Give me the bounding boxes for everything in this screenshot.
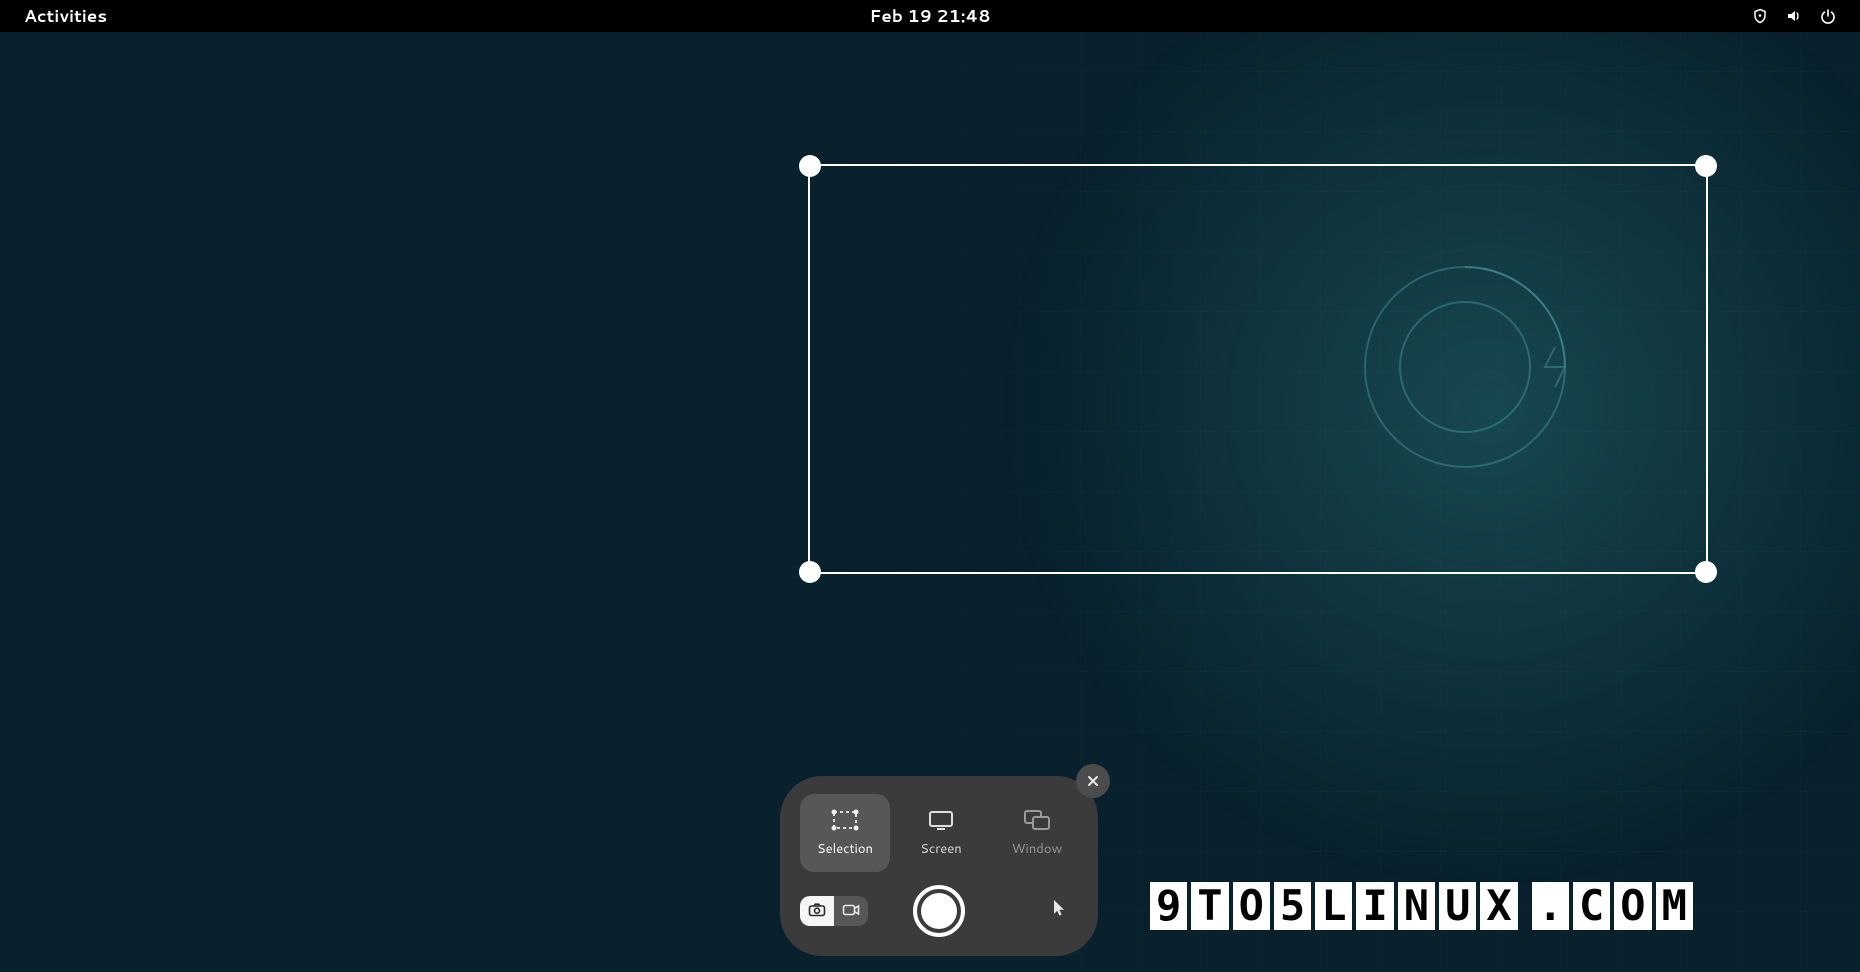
activities-button[interactable]: Activities (24, 4, 107, 28)
watermark: 9TO5LINUX.COM (1150, 882, 1697, 930)
screenshot-panel: Selection Screen Windo (780, 776, 1098, 956)
desktop: Selection Screen Windo (0, 32, 1860, 972)
action-row (800, 882, 1078, 940)
close-button[interactable] (1076, 764, 1110, 798)
show-pointer-button[interactable] (1040, 893, 1078, 929)
top-bar: Activities Feb 19 21:48 (0, 0, 1860, 32)
watermark-tile: N (1398, 882, 1435, 930)
mode-window-label: Window (1012, 840, 1062, 858)
mode-window-button[interactable]: Window (992, 794, 1082, 872)
watermark-tile: O (1233, 882, 1270, 930)
watermark-tile: 9 (1150, 882, 1187, 930)
watermark-tile: M (1656, 882, 1693, 930)
screencast-toggle[interactable] (834, 896, 868, 926)
mode-screen-label: Screen (920, 840, 962, 858)
system-status-area[interactable] (1752, 8, 1836, 24)
close-icon (1086, 774, 1100, 788)
cursor-icon (1051, 899, 1067, 923)
selection-handle-se[interactable] (1695, 561, 1717, 583)
clock[interactable]: Feb 19 21:48 (869, 4, 990, 28)
video-icon (842, 900, 860, 923)
screenshot-toggle[interactable] (800, 896, 834, 926)
capture-button-inner (921, 893, 957, 929)
volume-icon (1786, 8, 1802, 24)
mode-screen-button[interactable]: Screen (896, 794, 986, 872)
mode-selection-button[interactable]: Selection (800, 794, 890, 872)
privacy-shield-icon (1752, 8, 1768, 24)
watermark-tile: X (1480, 882, 1517, 930)
watermark-tile: U (1439, 882, 1476, 930)
selection-handle-ne[interactable] (1695, 155, 1717, 177)
screenshot-selection[interactable] (808, 164, 1708, 574)
power-icon (1820, 8, 1836, 24)
window-icon (1022, 808, 1052, 832)
watermark-tile: O (1614, 882, 1651, 930)
capture-mode-row: Selection Screen Windo (800, 794, 1078, 872)
selection-handle-nw[interactable] (799, 155, 821, 177)
watermark-tile: T (1191, 882, 1228, 930)
watermark-tile: 5 (1274, 882, 1311, 930)
watermark-tile: L (1315, 882, 1352, 930)
selection-handle-sw[interactable] (799, 561, 821, 583)
selection-icon (830, 808, 860, 832)
capture-type-toggle (800, 896, 868, 926)
watermark-tile: I (1356, 882, 1393, 930)
watermark-tile: . (1532, 882, 1569, 930)
capture-button[interactable] (913, 885, 965, 937)
camera-icon (808, 900, 826, 923)
screen-icon (926, 808, 956, 832)
mode-selection-label: Selection (817, 840, 873, 858)
watermark-tile: C (1573, 882, 1610, 930)
